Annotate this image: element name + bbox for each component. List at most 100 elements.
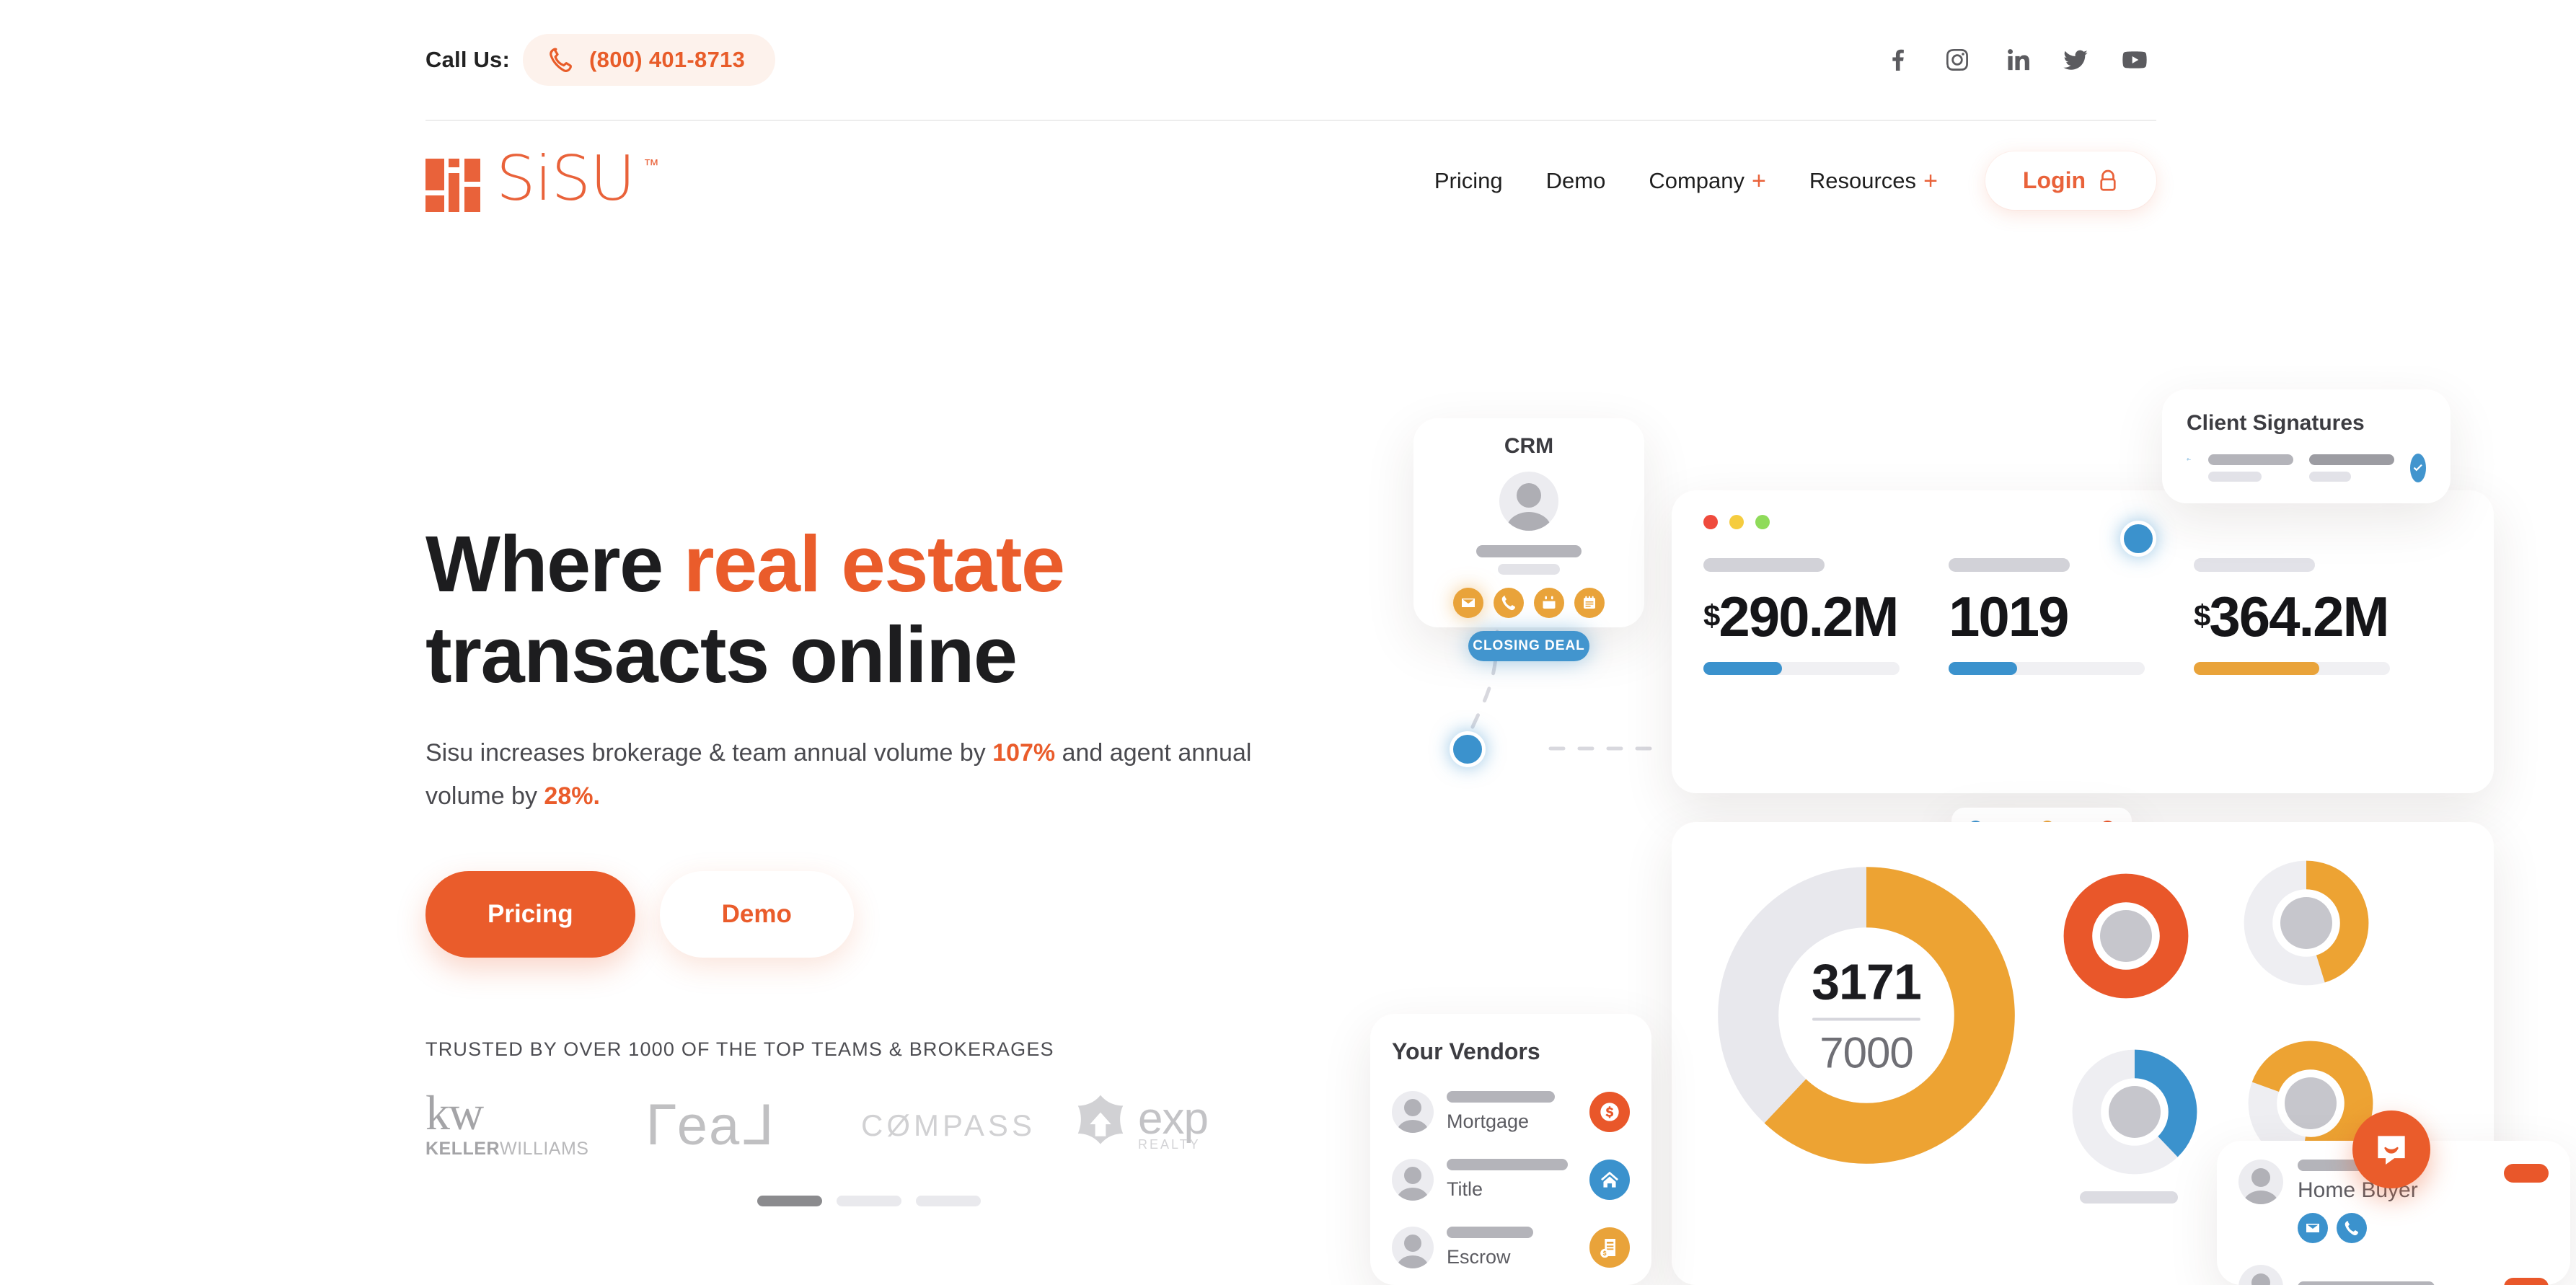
vendor-row: Mortgage — [1392, 1091, 1630, 1133]
progress-track — [1949, 662, 2145, 675]
window-dot-red — [1703, 515, 1718, 529]
donut-core — [2109, 1086, 2161, 1138]
placeholder-bar — [1447, 1091, 1555, 1103]
progress-fill — [1949, 662, 2018, 675]
invoice-icon[interactable] — [1589, 1227, 1630, 1268]
nav-links: Pricing Demo Company + Resources + Login — [1413, 151, 2156, 210]
window-dot-green — [1755, 515, 1770, 529]
mini-donut-2 — [2241, 858, 2371, 988]
demo-button[interactable]: Demo — [659, 871, 854, 958]
calendar-icon[interactable] — [1534, 588, 1564, 618]
login-button[interactable]: Login — [1985, 151, 2156, 210]
donut-core — [2100, 910, 2152, 962]
main-navbar: SiSU ™ Pricing Demo Company + Resources … — [425, 121, 2156, 240]
placeholder-bar — [1949, 558, 2070, 572]
chat-bubble-icon[interactable] — [2352, 1110, 2430, 1188]
pricing-button[interactable]: Pricing — [425, 871, 635, 958]
trademark-symbol: ™ — [643, 155, 660, 174]
hero-subtitle: Sisu increases brokerage & team annual v… — [425, 731, 1313, 818]
email-icon[interactable] — [2298, 1213, 2328, 1243]
home-icon[interactable] — [1589, 1160, 1630, 1200]
nav-item-label: Resources — [1809, 167, 1917, 193]
dollar-coin-icon[interactable] — [1589, 1092, 1630, 1132]
placeholder-bar — [1498, 564, 1560, 575]
brand-logo-keller-williams: kw KELLERWILLIAMS — [425, 1088, 591, 1160]
vendor-row: Escrow — [1392, 1227, 1630, 1268]
trusted-by-label: TRUSTED BY OVER 1000 OF THE TOP TEAMS & … — [425, 1038, 1054, 1060]
brand-carousel-dots — [757, 1196, 1363, 1206]
sisu-logo-mark-icon — [425, 158, 480, 212]
notes-icon[interactable] — [1574, 588, 1605, 618]
nav-item-resources[interactable]: Resources + — [1788, 168, 1959, 194]
linkedin-icon[interactable] — [2002, 45, 2031, 74]
closing-deal-status-badge: CLOSING DEAL — [1468, 631, 1589, 661]
call-us-group: Call Us: (800) 401-8713 — [425, 34, 776, 86]
placeholder-bar — [2080, 1191, 2178, 1204]
vendors-card-title: Your Vendors — [1392, 1038, 1540, 1064]
nav-item-label: Company — [1649, 167, 1745, 193]
signature-placeholder-lines — [2309, 454, 2394, 482]
brand-logo-exp-realty: exp REALTY — [1067, 1092, 1255, 1159]
phone-number: (800) 401-8713 — [589, 47, 746, 72]
headline-line1-plain: Where — [425, 520, 684, 609]
check-icon — [2410, 454, 2426, 482]
placeholder-bar — [2208, 472, 2262, 482]
carousel-dot-2[interactable] — [837, 1196, 901, 1206]
placeholder-bar — [1703, 558, 1825, 572]
nav-item-pricing[interactable]: Pricing — [1413, 168, 1525, 194]
donut-center-labels: 3171 7000 — [1783, 953, 1949, 1078]
lock-icon — [2097, 169, 2119, 193]
phone-icon[interactable] — [1494, 588, 1524, 618]
page-title: Where real estate transacts online — [425, 519, 1363, 701]
carousel-dot-1[interactable] — [757, 1196, 822, 1206]
placeholder-bar — [1476, 545, 1582, 557]
kpi-value: $364.2M — [2194, 586, 2439, 646]
crm-card-title: CRM — [1504, 434, 1554, 458]
twitter-icon[interactable] — [2061, 45, 2090, 74]
vendor-text: Title — [1447, 1159, 1589, 1201]
plus-icon: + — [1752, 167, 1766, 195]
avatar — [1392, 1091, 1434, 1133]
avatar — [1392, 1159, 1434, 1201]
exp-wordmark: exp REALTY — [1138, 1097, 1209, 1152]
exp-word: exp — [1138, 1094, 1209, 1144]
phone-icon[interactable] — [2337, 1213, 2367, 1243]
kpi-stat-1: $290.2M — [1703, 558, 1949, 675]
kpi-value: 1019 — [1949, 586, 2194, 646]
placeholder-bar — [2208, 454, 2293, 465]
youtube-icon[interactable] — [2120, 45, 2149, 74]
carousel-dot-3[interactable] — [916, 1196, 981, 1206]
placeholder-bar — [1447, 1159, 1568, 1170]
facebook-icon[interactable] — [1884, 45, 1913, 74]
kpi-number: 290.2M — [1719, 585, 1899, 648]
kpi-number: 364.2M — [2209, 585, 2389, 648]
status-badge — [2504, 1278, 2549, 1285]
window-dot-yellow — [1729, 515, 1744, 529]
instagram-icon[interactable] — [1943, 45, 1972, 74]
donut-core — [2285, 1077, 2337, 1129]
sisu-logo[interactable]: SiSU ™ — [425, 148, 659, 212]
avatar — [2238, 1160, 2283, 1204]
headline-line2: transacts online — [425, 611, 1018, 699]
avatar — [1392, 1227, 1434, 1268]
home-buyer-row — [2238, 1265, 2549, 1285]
nav-item-demo[interactable]: Demo — [1525, 168, 1628, 194]
home-buyer-actions — [2298, 1213, 2418, 1243]
nav-item-company[interactable]: Company + — [1627, 168, 1788, 194]
donut-core — [2280, 897, 2332, 949]
email-icon[interactable] — [1453, 588, 1483, 618]
avatar — [1499, 472, 1558, 531]
phone-link[interactable]: (800) 401-8713 — [523, 34, 776, 86]
kpi-stats-panel: $290.2M 1019 $364.2M — [1672, 490, 2494, 793]
hero-cta-row: Pricing Demo — [425, 871, 1363, 958]
mini-donut-1 — [2061, 871, 2191, 1001]
your-vendors-card: Your Vendors Mortgage Title Escrow — [1370, 1014, 1651, 1285]
kw-word-light: WILLIAMS — [500, 1139, 589, 1159]
goal-progress-donut: 3171 7000 — [1715, 864, 2018, 1167]
currency-prefix: $ — [2194, 599, 2210, 632]
client-signatures-card: Client Signatures — [2162, 389, 2451, 503]
connector-node — [1450, 731, 1486, 767]
nav-item-label: Demo — [1545, 167, 1606, 193]
brand-logo-strip: kw KELLERWILLIAMS ᒥeaᒧ CØMPASS exp REALT… — [425, 1088, 1363, 1160]
donut-denominator: 7000 — [1819, 1028, 1913, 1077]
